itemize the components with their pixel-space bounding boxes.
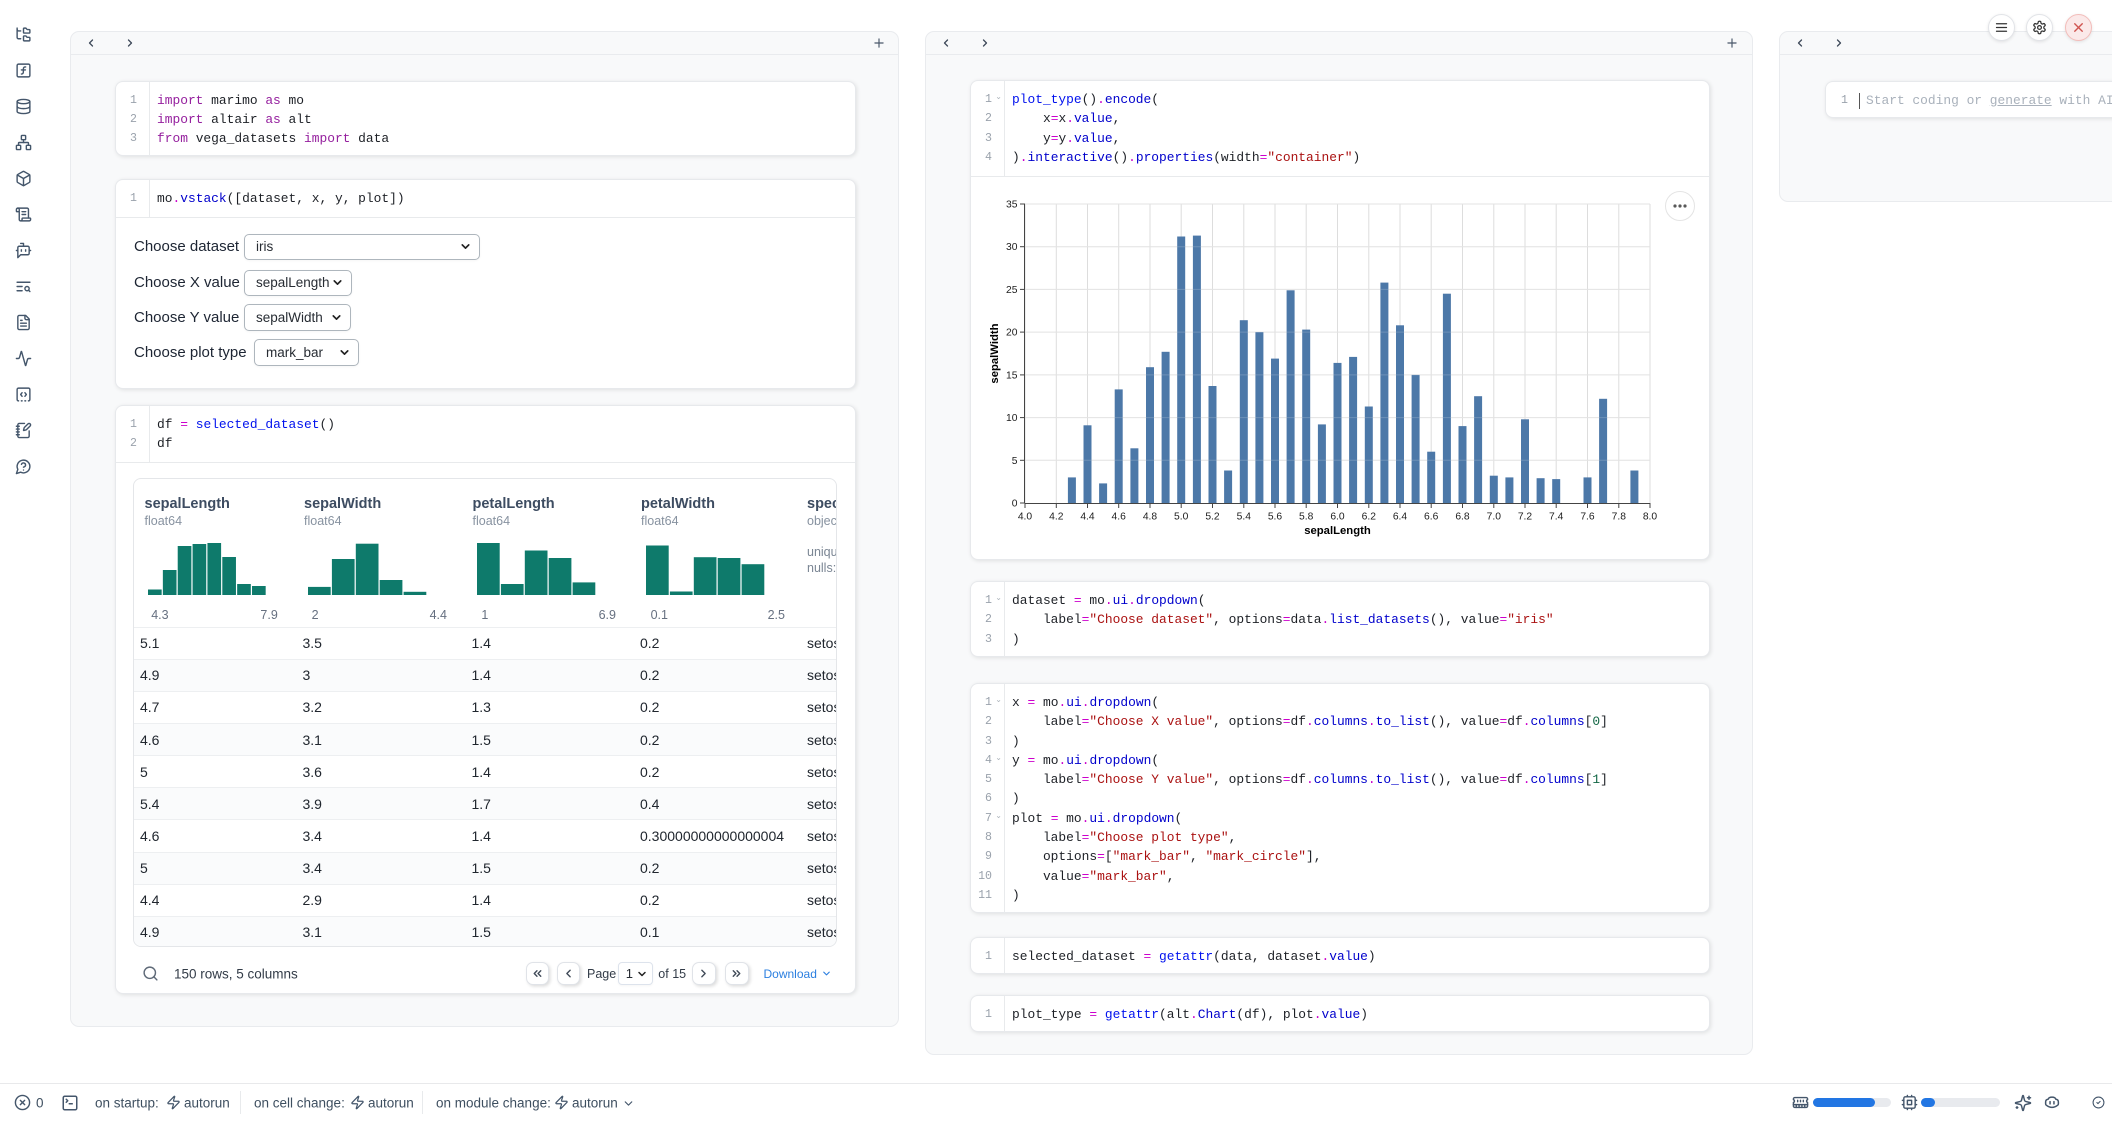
svg-text:7.4: 7.4: [1549, 512, 1564, 523]
svg-text:7.8: 7.8: [1612, 512, 1627, 523]
svg-text:0: 0: [1012, 499, 1018, 510]
svg-text:25: 25: [1006, 285, 1018, 296]
svg-text:4.0: 4.0: [1018, 512, 1033, 523]
svg-text:5: 5: [1012, 456, 1018, 467]
svg-text:30: 30: [1006, 242, 1018, 253]
svg-text:5.4: 5.4: [1237, 512, 1252, 523]
svg-text:5.2: 5.2: [1205, 512, 1220, 523]
svg-text:6.8: 6.8: [1455, 512, 1470, 523]
svg-text:sepalLength: sepalLength: [1304, 525, 1371, 537]
svg-text:5.8: 5.8: [1299, 512, 1314, 523]
svg-text:10: 10: [1006, 413, 1018, 424]
svg-text:5.0: 5.0: [1174, 512, 1189, 523]
svg-text:35: 35: [1006, 200, 1018, 211]
svg-text:8.0: 8.0: [1643, 512, 1658, 523]
svg-text:4.8: 4.8: [1143, 512, 1158, 523]
svg-text:7.6: 7.6: [1580, 512, 1595, 523]
svg-text:7.2: 7.2: [1518, 512, 1533, 523]
svg-text:6.4: 6.4: [1393, 512, 1408, 523]
svg-text:15: 15: [1006, 370, 1018, 381]
svg-text:6.2: 6.2: [1362, 512, 1377, 523]
svg-text:7.0: 7.0: [1487, 512, 1502, 523]
svg-text:6.0: 6.0: [1330, 512, 1345, 523]
svg-text:4.6: 4.6: [1112, 512, 1127, 523]
svg-text:sepalWidth: sepalWidth: [989, 323, 1001, 383]
svg-text:4.4: 4.4: [1080, 512, 1095, 523]
svg-text:20: 20: [1006, 328, 1018, 339]
svg-text:4.2: 4.2: [1049, 512, 1064, 523]
svg-text:5.6: 5.6: [1268, 512, 1283, 523]
svg-text:6.6: 6.6: [1424, 512, 1439, 523]
